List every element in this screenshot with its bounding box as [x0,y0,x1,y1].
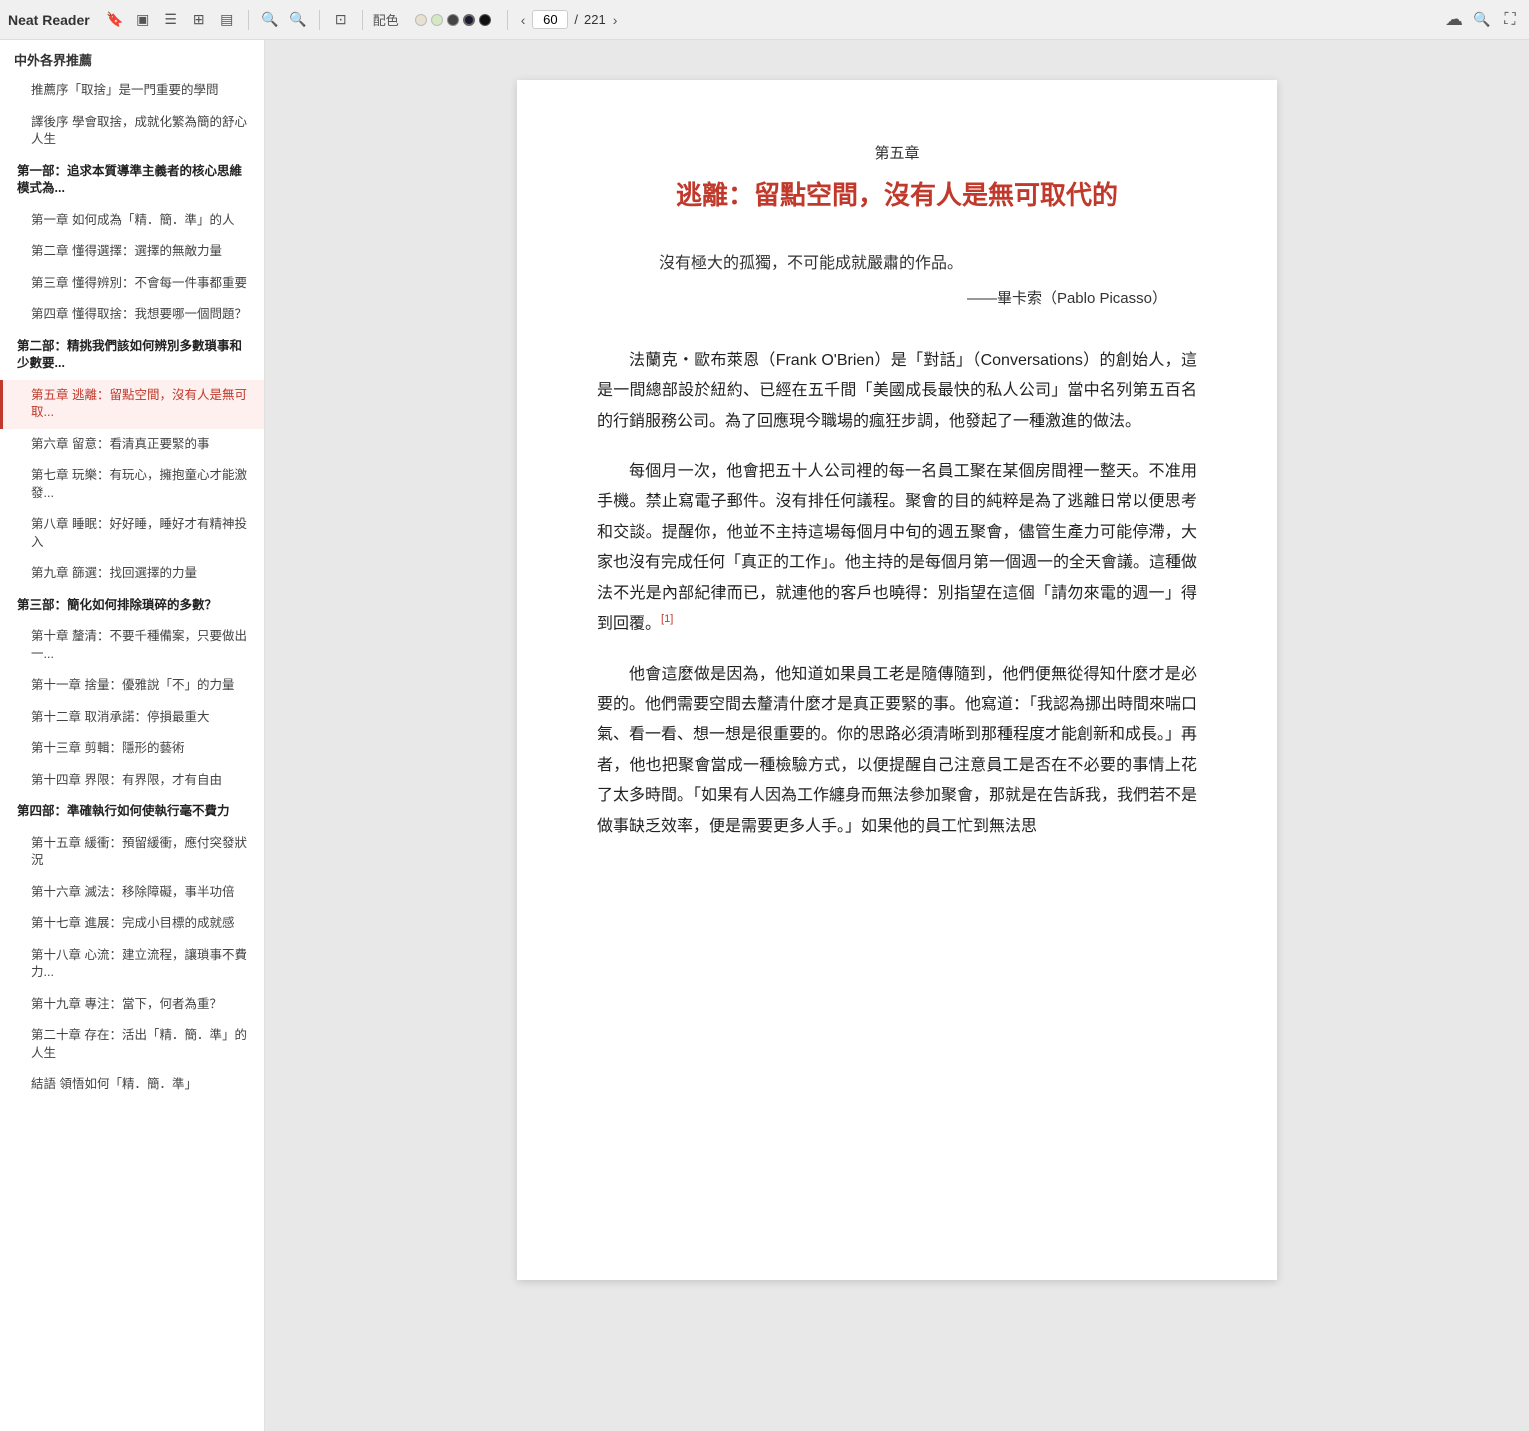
sidebar-item-ch3[interactable]: 第三章 懂得辨別：不會每一件事都重要 [0,268,264,300]
content-area: 第五章 逃離：留點空間，沒有人是無可取代的 沒有極大的孤獨，不可能成就嚴肅的作品… [265,40,1529,1431]
sidebar-item-ch15[interactable]: 第十五章 緩衝：預留緩衝，應付突發狀況 [0,828,264,877]
quote-text: 沒有極大的孤獨，不可能成就嚴肅的作品。 [627,249,1167,279]
color-label: 配色 [373,10,399,29]
sidebar-item-ch5[interactable]: 第五章 逃離：留點空間，沒有人是無可取... [0,380,264,429]
next-page-button[interactable]: › [610,12,621,28]
fullscreen-icon[interactable]: ⛶ [1499,9,1521,31]
sidebar-item-ch18[interactable]: 第十八章 心流：建立流程，讓瑣事不費力... [0,940,264,989]
toolbar-search-icon[interactable]: 🔍 [1471,9,1493,31]
sidebar-item-ch4[interactable]: 第四章 懂得取捨：我想要哪一個問題？ [0,299,264,331]
separator-4 [507,10,508,30]
search2-icon[interactable]: 🔍 [287,9,309,31]
sidebar-item-part1[interactable]: 第一部：追求本質導準主義者的核心思維模式為... [0,156,264,205]
quote-block: 沒有極大的孤獨，不可能成就嚴肅的作品。 ——畢卡索（Pablo Picasso） [627,249,1167,314]
sidebar-items-container: 推薦序「取捨」是一門重要的學問譯後序 學會取捨，成就化繁為簡的舒心人生第一部：追… [0,75,264,1101]
paragraphs-container: 法蘭克・歐布萊恩（Frank O'Brien）是「對話」（Conversatio… [597,346,1197,842]
sidebar-item-part3[interactable]: 第三部：簡化如何排除瑣碎的多數？ [0,590,264,622]
document-icon[interactable]: ▤ [216,9,238,31]
sidebar-item-part4[interactable]: 第四部：準確執行如何使執行毫不費力 [0,796,264,828]
toolbar: Neat Reader 🔖 ▣ ☰ ⊞ ▤ 🔍 🔍 ⊡ 配色 ‹ / 221 ›… [0,0,1529,40]
color-dot-3[interactable] [447,14,459,26]
sidebar-item-ch2[interactable]: 第二章 懂得選擇：選擇的無敵力量 [0,236,264,268]
prev-page-button[interactable]: ‹ [518,12,529,28]
book-page: 第五章 逃離：留點空間，沒有人是無可取代的 沒有極大的孤獨，不可能成就嚴肅的作品… [517,80,1277,1280]
sidebar-item-ch6[interactable]: 第六章 留意：看清真正要緊的事 [0,429,264,461]
sidebar-item-ch16[interactable]: 第十六章 滅法：移除障礙，事半功倍 [0,877,264,909]
sidebar-item-ch1[interactable]: 第一章 如何成為「精．簡．準」的人 [0,205,264,237]
color-dot-4[interactable] [463,14,475,26]
bookmark-icon[interactable]: 🔖 [104,9,126,31]
separator-2 [319,10,320,30]
color-options [415,14,491,26]
sidebar: 中外各界推薦 推薦序「取捨」是一門重要的學問譯後序 學會取捨，成就化繁為簡的舒心… [0,40,265,1431]
cloud-icon[interactable]: ☁ [1443,9,1465,31]
sidebar-item-ch13[interactable]: 第十三章 剪輯：隱形的藝術 [0,733,264,765]
sidebar-item-ch17[interactable]: 第十七章 進展：完成小目標的成就感 [0,908,264,940]
page-navigation: ‹ / 221 › [518,10,621,29]
separator-3 [362,10,363,30]
main-layout: 中外各界推薦 推薦序「取捨」是一門重要的學問譯後序 學會取捨，成就化繁為簡的舒心… [0,40,1529,1431]
separator-1 [248,10,249,30]
color-dot-5[interactable] [479,14,491,26]
chapter-title: 逃離：留點空間，沒有人是無可取代的 [597,177,1197,213]
sidebar-item-ch7[interactable]: 第七章 玩樂：有玩心，擁抱童心才能激發... [0,460,264,509]
sidebar-item-ch10[interactable]: 第十章 釐清：不要千種備案，只要做出一... [0,621,264,670]
fit-icon[interactable]: ⊡ [330,9,352,31]
page-total: 221 [584,12,606,27]
sidebar-item-ch9[interactable]: 第九章 篩選：找回選擇的力量 [0,558,264,590]
layout-book-icon[interactable]: ▣ [132,9,154,31]
quote-attribution: ——畢卡索（Pablo Picasso） [627,285,1167,314]
paragraph-3: 他會這麼做是因為，他知道如果員工老是隨傳隨到，他們便無從得知什麼才是必要的。他們… [597,660,1197,842]
grid-icon[interactable]: ⊞ [188,9,210,31]
footnote-1: [1] [661,613,673,625]
color-dot-1[interactable] [415,14,427,26]
page-wrapper: 第五章 逃離：留點空間，沒有人是無可取代的 沒有極大的孤獨，不可能成就嚴肅的作品… [517,80,1277,1391]
paragraph-1: 法蘭克・歐布萊恩（Frank O'Brien）是「對話」（Conversatio… [597,346,1197,437]
sidebar-item-part2[interactable]: 第二部：精挑我們該如何辨別多數瑣事和少數要... [0,331,264,380]
app-title: Neat Reader [8,12,90,28]
chapter-label: 第五章 [597,140,1197,169]
sidebar-item-ch8[interactable]: 第八章 睡眠：好好睡，睡好才有精神投入 [0,509,264,558]
sidebar-item-end[interactable]: 結語 領悟如何「精．簡．準」 [0,1069,264,1101]
color-dot-2[interactable] [431,14,443,26]
menu-icon[interactable]: ☰ [160,9,182,31]
paragraph-2: 每個月一次，他會把五十人公司裡的每一名員工聚在某個房間裡一整天。不准用手機。禁止… [597,457,1197,640]
sidebar-item-ch20[interactable]: 第二十章 存在：活出「精．簡．準」的人生 [0,1020,264,1069]
sidebar-item-ch19[interactable]: 第十九章 專注：當下，何者為重？ [0,989,264,1021]
page-separator: / [574,12,578,27]
sidebar-item-ch11[interactable]: 第十一章 捨量：優雅說「不」的力量 [0,670,264,702]
sidebar-item-ch12[interactable]: 第十二章 取消承諾：停損最重大 [0,702,264,734]
sidebar-header: 中外各界推薦 [0,40,264,75]
sidebar-item-rec2[interactable]: 譯後序 學會取捨，成就化繁為簡的舒心人生 [0,107,264,156]
page-number-input[interactable] [532,10,568,29]
toolbar-right: ☁ 🔍 ⛶ [1443,9,1521,31]
sidebar-item-ch14[interactable]: 第十四章 界限：有界限，才有自由 [0,765,264,797]
sidebar-item-rec1[interactable]: 推薦序「取捨」是一門重要的學問 [0,75,264,107]
search-icon[interactable]: 🔍 [259,9,281,31]
